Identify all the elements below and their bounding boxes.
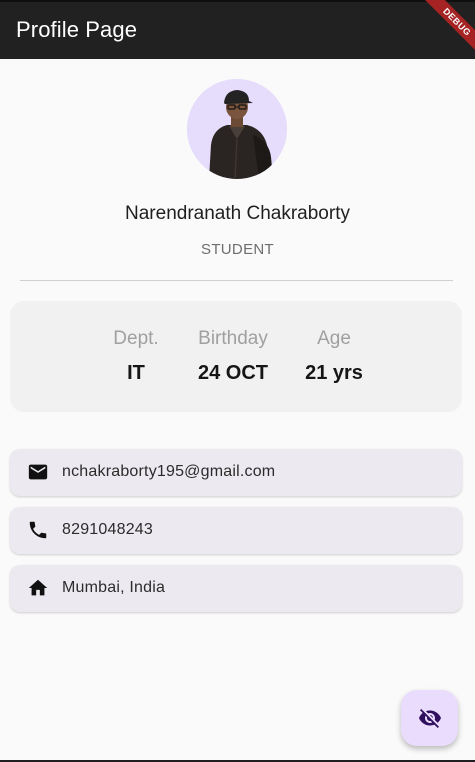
stat-value: IT xyxy=(127,362,145,384)
phone-tile[interactable]: 8291048243 xyxy=(10,507,462,554)
app-bar: Profile Page DEBUG xyxy=(0,0,475,61)
page-title: Profile Page xyxy=(16,17,138,42)
profile-screen: Profile Page DEBUG Narendranath Chakrabo… xyxy=(0,0,475,762)
stat-dept: Dept. IT xyxy=(106,328,166,385)
profile-name: Narendranath Chakraborty xyxy=(125,203,350,224)
stat-label: Dept. xyxy=(113,328,159,349)
mail-icon xyxy=(28,464,48,480)
phone-icon xyxy=(29,521,47,539)
stat-label: Birthday xyxy=(198,328,268,349)
email-text: nchakraborty195@gmail.com xyxy=(62,463,276,480)
stats-card: Dept. IT Birthday 24 OCT Age 21 yrs xyxy=(10,301,462,412)
phone-text: 8291048243 xyxy=(62,521,153,538)
address-text: Mumbai, India xyxy=(62,579,166,596)
stat-label: Age xyxy=(317,328,351,349)
address-tile[interactable]: Mumbai, India xyxy=(10,565,462,612)
avatar xyxy=(187,79,287,179)
visibility-off-icon xyxy=(419,709,441,728)
debug-banner: DEBUG xyxy=(418,0,475,61)
profile-role: STUDENT xyxy=(201,241,274,258)
stat-age: Age 21 yrs xyxy=(298,328,370,385)
home-icon xyxy=(28,579,48,596)
avatar-person-image xyxy=(187,79,287,179)
stat-birthday: Birthday 24 OCT xyxy=(188,328,278,385)
email-tile[interactable]: nchakraborty195@gmail.com xyxy=(10,449,462,496)
divider xyxy=(20,280,453,281)
stat-value: 24 OCT xyxy=(197,362,269,384)
toggle-visibility-button[interactable] xyxy=(401,690,458,746)
stat-value: 21 yrs xyxy=(305,362,363,384)
